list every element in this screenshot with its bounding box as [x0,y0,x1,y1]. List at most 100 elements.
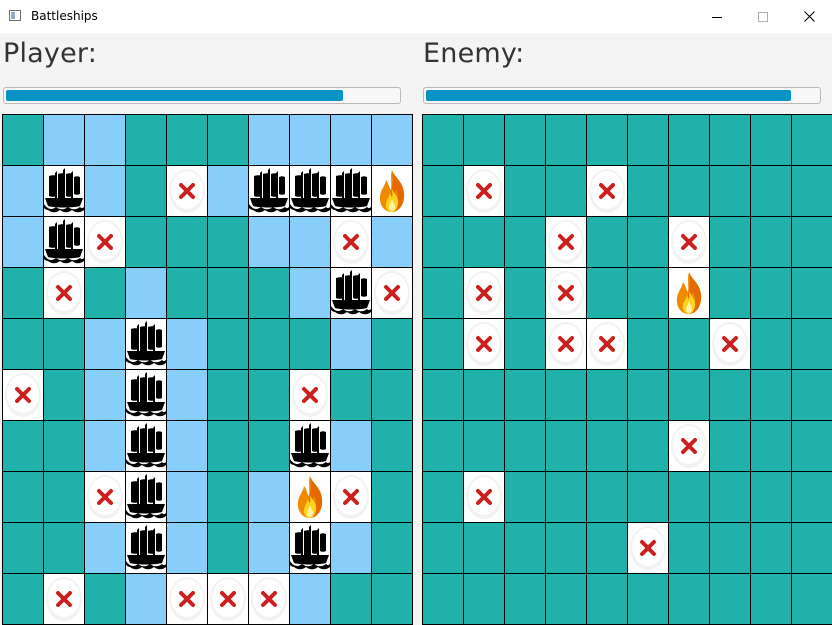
enemy-cell-r9-c6[interactable] [628,523,668,573]
enemy-cell-r4-c6[interactable] [628,268,668,318]
enemy-cell-r8-c1[interactable] [423,472,463,522]
enemy-cell-r10-c4[interactable] [546,574,586,624]
enemy-cell-r6-c1[interactable] [423,370,463,420]
enemy-cell-r8-c8[interactable] [710,472,750,522]
enemy-cell-r5-c6[interactable] [628,319,668,369]
enemy-cell-r5-c7[interactable] [669,319,709,369]
enemy-cell-r9-c2[interactable] [464,523,504,573]
maximize-button[interactable] [740,0,786,33]
enemy-cell-r1-c4[interactable] [546,115,586,165]
enemy-cell-r1-c1[interactable] [423,115,463,165]
enemy-cell-r6-c10[interactable] [792,370,832,420]
enemy-cell-r6-c3[interactable] [505,370,545,420]
enemy-cell-r10-c7[interactable] [669,574,709,624]
enemy-cell-r3-c2[interactable] [464,217,504,267]
enemy-cell-r8-c3[interactable] [505,472,545,522]
enemy-cell-r9-c9[interactable] [751,523,791,573]
enemy-cell-r10-c8[interactable] [710,574,750,624]
enemy-cell-r7-c2[interactable] [464,421,504,471]
enemy-cell-r2-c4[interactable] [546,166,586,216]
enemy-cell-r10-c2[interactable] [464,574,504,624]
enemy-cell-r8-c7[interactable] [669,472,709,522]
enemy-cell-r9-c4[interactable] [546,523,586,573]
enemy-cell-r2-c3[interactable] [505,166,545,216]
enemy-cell-r10-c3[interactable] [505,574,545,624]
enemy-cell-r10-c6[interactable] [628,574,668,624]
enemy-cell-r4-c4[interactable] [546,268,586,318]
enemy-cell-r2-c10[interactable] [792,166,832,216]
enemy-cell-r7-c6[interactable] [628,421,668,471]
enemy-cell-r10-c9[interactable] [751,574,791,624]
enemy-cell-r6-c7[interactable] [669,370,709,420]
enemy-cell-r9-c7[interactable] [669,523,709,573]
enemy-cell-r8-c9[interactable] [751,472,791,522]
enemy-cell-r4-c1[interactable] [423,268,463,318]
enemy-cell-r3-c1[interactable] [423,217,463,267]
enemy-cell-r10-c10[interactable] [792,574,832,624]
enemy-cell-r2-c5[interactable] [587,166,627,216]
enemy-cell-r3-c3[interactable] [505,217,545,267]
enemy-cell-r7-c4[interactable] [546,421,586,471]
enemy-cell-r2-c6[interactable] [628,166,668,216]
enemy-cell-r3-c8[interactable] [710,217,750,267]
enemy-cell-r6-c9[interactable] [751,370,791,420]
enemy-cell-r3-c9[interactable] [751,217,791,267]
enemy-cell-r1-c6[interactable] [628,115,668,165]
enemy-cell-r2-c9[interactable] [751,166,791,216]
enemy-cell-r8-c10[interactable] [792,472,832,522]
enemy-cell-r5-c10[interactable] [792,319,832,369]
enemy-cell-r1-c7[interactable] [669,115,709,165]
enemy-cell-r2-c2[interactable] [464,166,504,216]
enemy-cell-r1-c3[interactable] [505,115,545,165]
enemy-cell-r4-c3[interactable] [505,268,545,318]
enemy-cell-r8-c5[interactable] [587,472,627,522]
enemy-cell-r1-c2[interactable] [464,115,504,165]
enemy-cell-r4-c7[interactable] [669,268,709,318]
minimize-button[interactable] [694,0,740,33]
enemy-cell-r4-c10[interactable] [792,268,832,318]
enemy-cell-r9-c8[interactable] [710,523,750,573]
enemy-cell-r3-c4[interactable] [546,217,586,267]
enemy-cell-r8-c6[interactable] [628,472,668,522]
enemy-cell-r7-c9[interactable] [751,421,791,471]
enemy-cell-r2-c1[interactable] [423,166,463,216]
enemy-cell-r5-c1[interactable] [423,319,463,369]
enemy-cell-r5-c3[interactable] [505,319,545,369]
enemy-cell-r8-c2[interactable] [464,472,504,522]
enemy-cell-r9-c5[interactable] [587,523,627,573]
enemy-cell-r5-c4[interactable] [546,319,586,369]
enemy-cell-r5-c2[interactable] [464,319,504,369]
enemy-cell-r1-c9[interactable] [751,115,791,165]
enemy-cell-r2-c8[interactable] [710,166,750,216]
close-button[interactable] [786,0,832,33]
enemy-cell-r10-c1[interactable] [423,574,463,624]
enemy-cell-r7-c7[interactable] [669,421,709,471]
enemy-cell-r6-c5[interactable] [587,370,627,420]
enemy-cell-r6-c8[interactable] [710,370,750,420]
enemy-cell-r9-c3[interactable] [505,523,545,573]
enemy-cell-r4-c8[interactable] [710,268,750,318]
enemy-cell-r5-c5[interactable] [587,319,627,369]
enemy-cell-r7-c10[interactable] [792,421,832,471]
enemy-cell-r9-c1[interactable] [423,523,463,573]
enemy-cell-r5-c8[interactable] [710,319,750,369]
enemy-cell-r3-c5[interactable] [587,217,627,267]
enemy-cell-r4-c2[interactable] [464,268,504,318]
enemy-cell-r3-c7[interactable] [669,217,709,267]
enemy-cell-r2-c7[interactable] [669,166,709,216]
enemy-cell-r6-c4[interactable] [546,370,586,420]
enemy-cell-r1-c5[interactable] [587,115,627,165]
enemy-cell-r1-c10[interactable] [792,115,832,165]
enemy-cell-r5-c9[interactable] [751,319,791,369]
enemy-cell-r7-c5[interactable] [587,421,627,471]
enemy-cell-r4-c9[interactable] [751,268,791,318]
enemy-cell-r9-c10[interactable] [792,523,832,573]
enemy-cell-r3-c10[interactable] [792,217,832,267]
enemy-cell-r1-c8[interactable] [710,115,750,165]
enemy-cell-r3-c6[interactable] [628,217,668,267]
enemy-cell-r7-c8[interactable] [710,421,750,471]
enemy-cell-r6-c6[interactable] [628,370,668,420]
enemy-cell-r7-c1[interactable] [423,421,463,471]
enemy-cell-r4-c5[interactable] [587,268,627,318]
enemy-cell-r7-c3[interactable] [505,421,545,471]
